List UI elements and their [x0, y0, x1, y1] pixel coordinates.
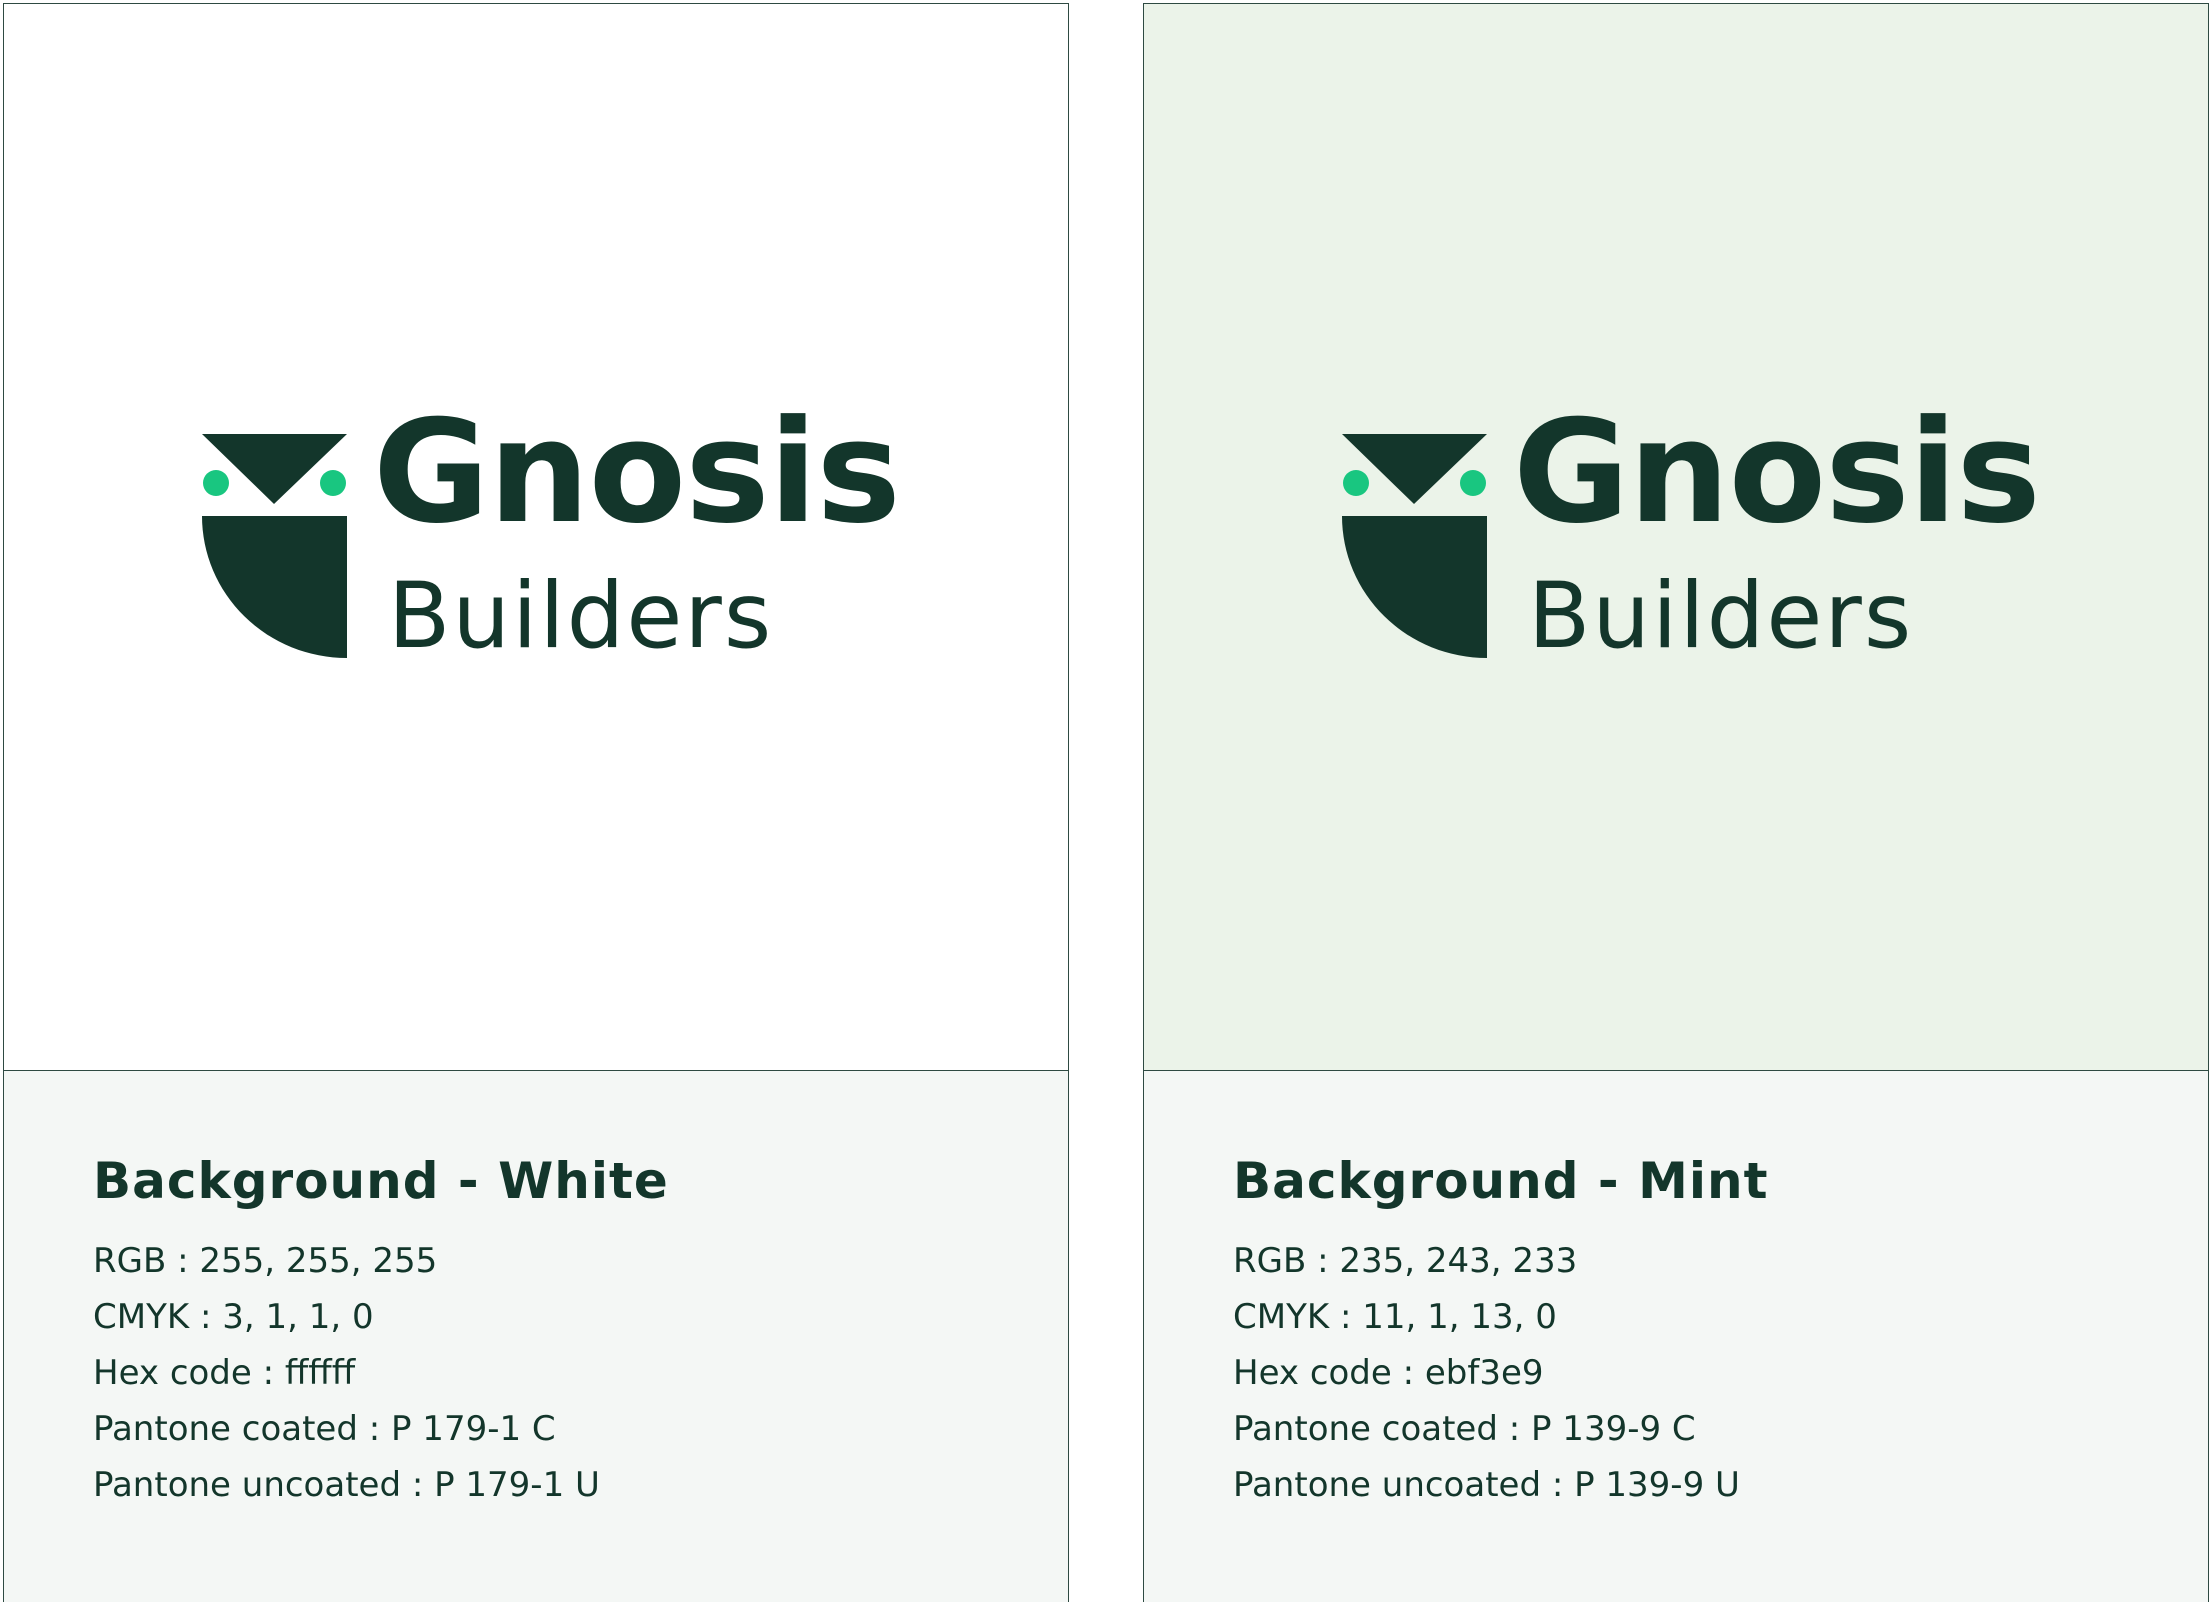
spec-pantone-coated: Pantone coated : P 179-1 C [93, 1409, 556, 1449]
logo-preview-white: Gnosis Builders [4, 4, 1068, 1071]
spec-rgb: RGB : 235, 243, 233 [1233, 1241, 1578, 1281]
color-card-white: Gnosis Builders Background - White RGB :… [3, 3, 1069, 1602]
gnosis-builders-logo: Gnosis Builders [202, 402, 901, 669]
owl-logo-icon [1342, 434, 1487, 658]
color-spec-panel: Background - Mint RGB : 235, 243, 233 CM… [1144, 1071, 2208, 1602]
spec-hex: Hex code : ebf3e9 [1233, 1353, 1544, 1393]
logo-preview-mint: Gnosis Builders [1144, 4, 2208, 1071]
wordmark-gnosis: Gnosis [1513, 390, 2041, 555]
color-card-title: Background - Mint [1233, 1152, 1769, 1210]
owl-logo-icon [202, 434, 347, 658]
wordmark-gnosis: Gnosis [373, 390, 901, 555]
wordmark-builders: Builders [388, 564, 774, 669]
wordmark-builders: Builders [1528, 564, 1914, 669]
color-spec-list: RGB : 255, 255, 255 CMYK : 3, 1, 1, 0 He… [93, 1233, 600, 1513]
spec-pantone-uncoated: Pantone uncoated : P 139-9 U [1233, 1465, 1740, 1505]
color-spec-panel: Background - White RGB : 255, 255, 255 C… [4, 1071, 1068, 1602]
spec-pantone-coated: Pantone coated : P 139-9 C [1233, 1409, 1696, 1449]
spec-rgb: RGB : 255, 255, 255 [93, 1241, 438, 1281]
color-spec-list: RGB : 235, 243, 233 CMYK : 11, 1, 13, 0 … [1233, 1233, 1740, 1513]
color-card-mint: Gnosis Builders Background - Mint RGB : … [1143, 3, 2209, 1602]
color-card-title: Background - White [93, 1152, 669, 1210]
spec-cmyk: CMYK : 11, 1, 13, 0 [1233, 1297, 1557, 1337]
spec-cmyk: CMYK : 3, 1, 1, 0 [93, 1297, 374, 1337]
gnosis-builders-logo: Gnosis Builders [1342, 402, 2041, 669]
spec-pantone-uncoated: Pantone uncoated : P 179-1 U [93, 1465, 600, 1505]
spec-hex: Hex code : ffffff [93, 1353, 356, 1393]
